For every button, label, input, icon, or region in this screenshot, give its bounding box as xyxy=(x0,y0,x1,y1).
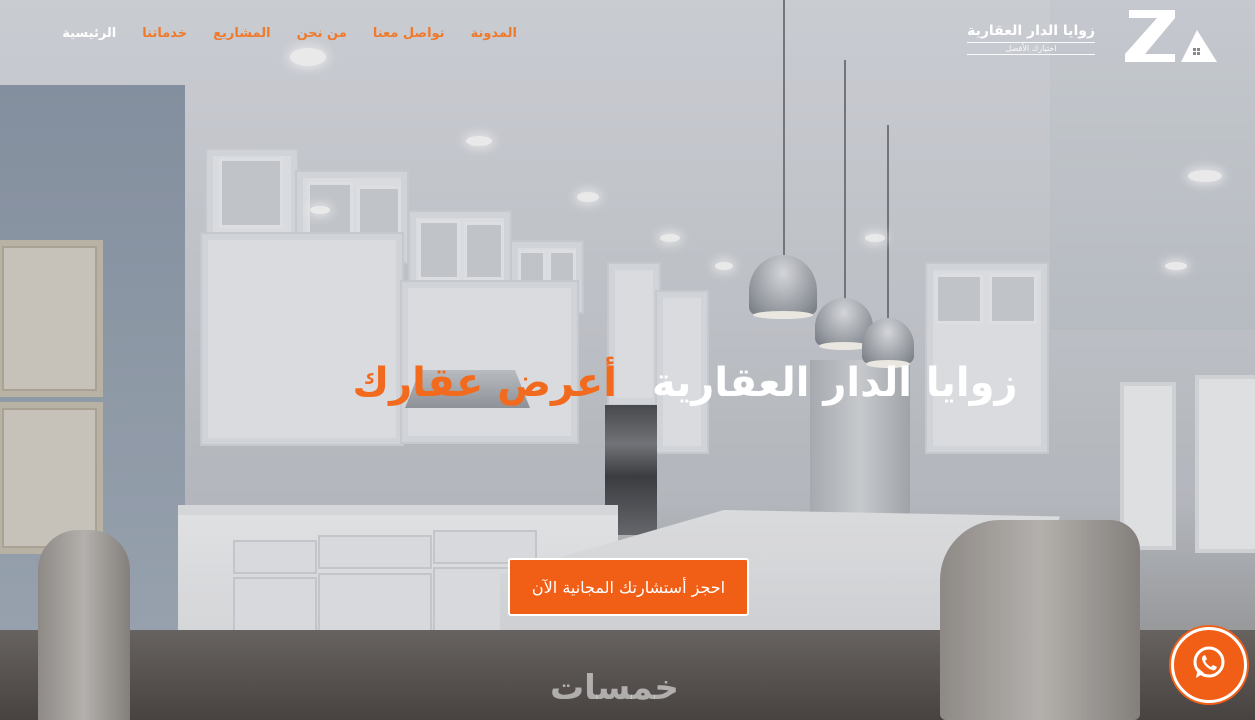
za-logo-icon[interactable] xyxy=(1123,8,1219,64)
watermark: خمسات xyxy=(550,668,679,708)
free-consultation-button[interactable]: احجز أستشارتك المجانية الآن xyxy=(508,558,749,616)
nav-item-contact[interactable]: تواصل معنا xyxy=(373,26,445,41)
whatsapp-icon xyxy=(1189,643,1229,687)
nav-item-about[interactable]: من نحن xyxy=(297,26,347,41)
brand-tagline: اختيارك الأفضل xyxy=(967,42,1095,55)
hero-headline: زوايا الدار العقارية أعرض عقارك xyxy=(340,360,1030,406)
site-header: زوايا الدار العقارية اختيارك الأفضل الرئ… xyxy=(0,0,1255,72)
nav-item-blog[interactable]: المدونة xyxy=(471,26,517,41)
main-nav: الرئيسية خدماتنا المشاريع من نحن تواصل م… xyxy=(62,26,517,41)
nav-item-projects[interactable]: المشاريع xyxy=(213,26,270,41)
brand-name: زوايا الدار العقارية xyxy=(967,23,1095,39)
brand[interactable]: زوايا الدار العقارية اختيارك الأفضل xyxy=(967,22,1095,55)
whatsapp-button[interactable] xyxy=(1171,627,1247,703)
hero-title-accent: أعرض عقارك xyxy=(352,360,617,406)
nav-item-services[interactable]: خدماتنا xyxy=(142,26,187,41)
hero-title: زوايا الدار العقارية xyxy=(652,360,1018,406)
nav-item-home[interactable]: الرئيسية xyxy=(62,26,116,41)
